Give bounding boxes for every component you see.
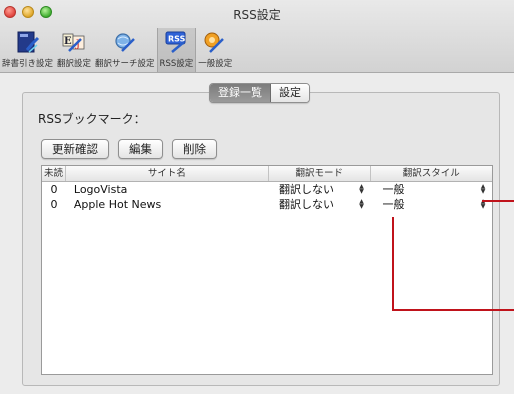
translate-style-select[interactable]: 一般 ▲▼ — [371, 182, 492, 197]
tab-settings[interactable]: 設定 — [271, 84, 309, 102]
callout-line-style-top — [482, 200, 514, 202]
window-title: RSS設定 — [233, 8, 281, 22]
column-header-unread[interactable]: 未読 — [42, 166, 66, 181]
svg-text:E: E — [64, 36, 72, 47]
check-updates-button[interactable]: 更新確認 — [41, 139, 109, 159]
preferences-toolbar: 辞書引き設定 E J 翻訳設定 翻訳サーチ設定 RSS RSS設定 一般設定 — [0, 28, 234, 72]
callout-line-bottom — [392, 309, 514, 311]
translate-style-value: 一般 — [382, 198, 405, 211]
toolbar-item-translate-settings[interactable]: E J 翻訳設定 — [55, 28, 93, 72]
toolbar-label: 一般設定 — [198, 59, 233, 69]
translate-mode-value: 翻訳しない — [278, 198, 334, 211]
translate-search-icon — [115, 33, 135, 52]
updown-arrows-icon: ▲▼ — [480, 183, 486, 195]
edit-button[interactable]: 編集 — [118, 139, 163, 159]
translate-mode-select[interactable]: 翻訳しない ▲ ▼ — [269, 197, 371, 212]
unread-count: 0 — [50, 198, 58, 211]
toolbar-item-general-settings[interactable]: 一般設定 — [196, 28, 234, 72]
column-header-translate-style[interactable]: 翻訳スタイル — [371, 166, 492, 181]
column-header-translate-mode[interactable]: 翻訳モード — [269, 166, 371, 181]
updown-arrows-icon: ▲▼ — [359, 183, 364, 195]
rss-bookmark-table: 未読 サイト名 翻訳モード 翻訳スタイル 0 LogoVista 翻訳しない ▲… — [41, 165, 493, 375]
translate-style-select[interactable]: 一般 ▲▼ — [371, 197, 492, 212]
site-name: Apple Hot News — [73, 198, 162, 211]
dictionary-book-icon — [17, 31, 39, 53]
translate-style-value: 一般 — [382, 183, 405, 196]
content-panel: 登録一覧 設定 RSSブックマーク： 更新確認 編集 削除 未読 サイト名 翻訳… — [22, 83, 500, 386]
updown-arrows-icon: ▲▼ — [359, 198, 364, 210]
toolbar-label: 翻訳サーチ設定 — [95, 59, 155, 69]
rss-bookmarks-label: RSSブックマーク： — [38, 112, 146, 126]
toolbar-item-dictionary-settings[interactable]: 辞書引き設定 — [0, 28, 55, 72]
view-segmented-control: 登録一覧 設定 — [209, 83, 310, 103]
site-name: LogoVista — [73, 183, 128, 196]
toolbar-item-rss-settings[interactable]: RSS RSS設定 — [156, 28, 197, 72]
column-header-site-name[interactable]: サイト名 — [66, 166, 269, 181]
bookmark-actions: 更新確認 編集 削除 — [41, 139, 217, 159]
delete-button[interactable]: 削除 — [172, 139, 217, 159]
toolbar-label: RSS設定 — [159, 59, 194, 69]
rss-icon: RSS — [165, 31, 186, 53]
tab-registered-list[interactable]: 登録一覧 — [210, 84, 271, 102]
toolbar-label: 翻訳設定 — [57, 59, 92, 69]
preferences-window: RSS設定 辞書引き設定 E J 翻訳設定 翻訳サーチ設定 RSS RSS設定 … — [0, 0, 514, 394]
table-row[interactable]: 0 Apple Hot News 翻訳しない ▲▼ 一般 ▲▼ — [42, 197, 492, 212]
toolbar-item-translate-search-settings[interactable]: 翻訳サーチ設定 — [93, 28, 157, 72]
table-row[interactable]: 0 LogoVista 翻訳しない ▲ ▼ 一般 ▲ ▼ — [42, 182, 492, 197]
unread-count: 0 — [50, 183, 58, 196]
title-bar: RSS設定 辞書引き設定 E J 翻訳設定 翻訳サーチ設定 RSS RSS設定 … — [0, 0, 514, 73]
translate-mode-select[interactable]: 翻訳しない ▲ ▼ — [269, 182, 371, 197]
translate-mode-value: 翻訳しない — [278, 183, 334, 196]
toolbar-label: 辞書引き設定 — [2, 59, 54, 69]
general-settings-icon — [204, 32, 225, 53]
table-header: 未読 サイト名 翻訳モード 翻訳スタイル — [42, 166, 492, 182]
callout-line-vertical — [392, 217, 394, 310]
translate-ej-icon: E J — [62, 33, 85, 52]
